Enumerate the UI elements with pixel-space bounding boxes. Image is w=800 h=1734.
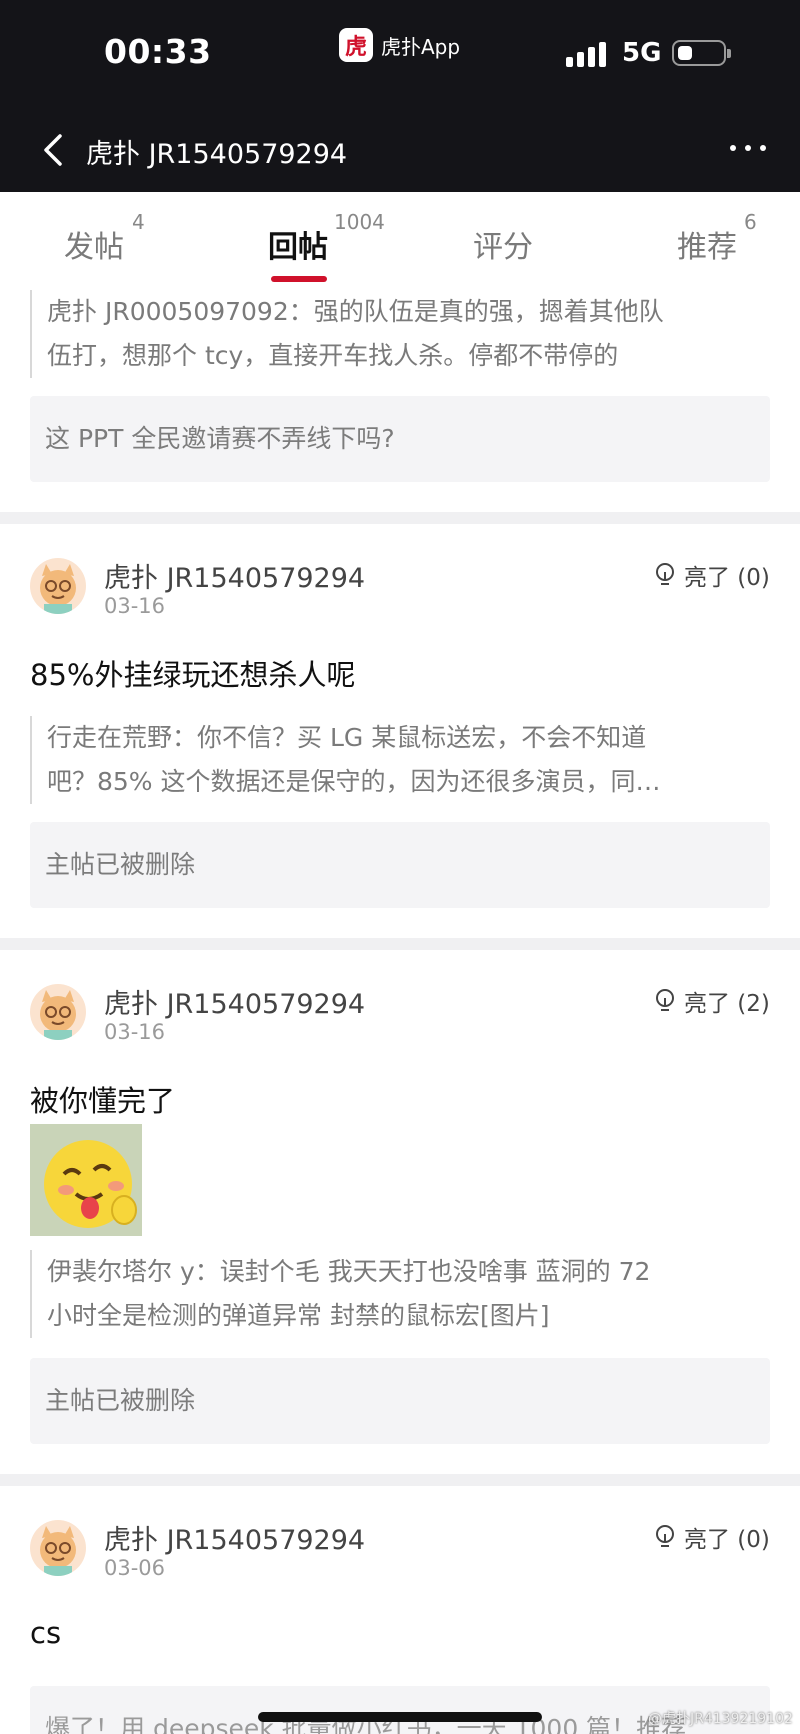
main-post-ref[interactable]: 主帖已被删除 bbox=[30, 1358, 770, 1444]
content-sheet: 发帖 4 回帖 1004 评分 推荐 6 虎扑 JR0005097092：强的队伍是真… bbox=[0, 192, 800, 1734]
lightbulb-icon bbox=[656, 563, 674, 585]
battery-low-icon bbox=[672, 40, 731, 66]
post-date: 03-16 bbox=[104, 1020, 166, 1044]
network-type: 5G bbox=[622, 38, 662, 68]
quoted-reply[interactable]: 虎扑 JR0005097092：强的队伍是真的强，摁着其他队 伍打，想那个 tc… bbox=[30, 290, 740, 378]
tab-ratings[interactable]: 评分 bbox=[473, 222, 533, 266]
tab-replies-count: 1004 bbox=[334, 210, 385, 234]
reply-content: 85%外挂绿玩还想杀人呢 bbox=[30, 658, 356, 692]
quoted-reply[interactable]: 伊裴尔塔尔 y：误封个毛 我天天打也没啥事 蓝洞的 72 小时全是检测的弹道异常… bbox=[30, 1250, 740, 1338]
home-indicator[interactable] bbox=[258, 1712, 542, 1722]
avatar[interactable] bbox=[30, 558, 86, 614]
more-horizontal-icon bbox=[730, 145, 736, 151]
reply-content: cs bbox=[30, 1616, 62, 1650]
page-title: 虎扑 JR1540579294 bbox=[86, 139, 348, 170]
app-badge: 虎 虎扑App bbox=[339, 28, 460, 62]
username[interactable]: 虎扑 JR1540579294 bbox=[104, 982, 365, 1021]
username[interactable]: 虎扑 JR1540579294 bbox=[104, 556, 365, 595]
divider bbox=[0, 512, 800, 524]
active-tab-indicator bbox=[271, 276, 327, 282]
app-name: 虎扑App bbox=[381, 34, 461, 59]
light-button[interactable]: 亮了 (2) bbox=[654, 984, 770, 1018]
post-date: 03-16 bbox=[104, 594, 166, 618]
tab-posts-count: 4 bbox=[132, 210, 145, 234]
reply-content: 被你懂完了 bbox=[30, 1084, 176, 1118]
divider bbox=[0, 1474, 800, 1486]
light-button[interactable]: 亮了 (0) bbox=[654, 1520, 770, 1554]
tab-recommend-count: 6 bbox=[744, 210, 757, 234]
main-post-ref[interactable]: 主帖已被删除 bbox=[30, 822, 770, 908]
lightbulb-icon bbox=[656, 1525, 674, 1547]
tab-bar: 发帖 4 回帖 1004 评分 推荐 6 bbox=[0, 192, 800, 284]
lightbulb-icon bbox=[656, 989, 674, 1011]
tab-recommend[interactable]: 推荐 6 bbox=[677, 210, 757, 266]
back-button[interactable] bbox=[36, 128, 76, 172]
post-date: 03-06 bbox=[104, 1556, 166, 1580]
avatar[interactable] bbox=[30, 984, 86, 1040]
signal-bars-icon bbox=[566, 42, 606, 67]
username[interactable]: 虎扑 JR1540579294 bbox=[104, 1518, 365, 1557]
top-bar: 00:33 虎 虎扑App 5G 虎扑 JR1540579294 bbox=[0, 0, 800, 192]
tab-posts[interactable]: 发帖 4 bbox=[64, 210, 145, 266]
emoji-sticker-image[interactable] bbox=[30, 1124, 142, 1236]
quoted-reply[interactable]: 行走在荒野：你不信？买 LG 某鼠标送宏，不会不知道 吧？85% 这个数据还是保… bbox=[30, 716, 740, 804]
divider bbox=[0, 938, 800, 950]
status-time: 00:33 bbox=[104, 32, 212, 71]
watermark: @虎扑JR4139219102 bbox=[648, 1711, 793, 1727]
tab-replies[interactable]: 回帖 1004 bbox=[268, 210, 385, 266]
more-button[interactable] bbox=[730, 138, 766, 158]
hupu-logo-icon: 虎 bbox=[339, 28, 373, 62]
chevron-left-icon bbox=[44, 134, 62, 166]
main-post-ref[interactable]: 这 PPT 全民邀请赛不弄线下吗? bbox=[30, 396, 770, 482]
light-button[interactable]: 亮了 (0) bbox=[654, 558, 770, 592]
avatar[interactable] bbox=[30, 1520, 86, 1576]
